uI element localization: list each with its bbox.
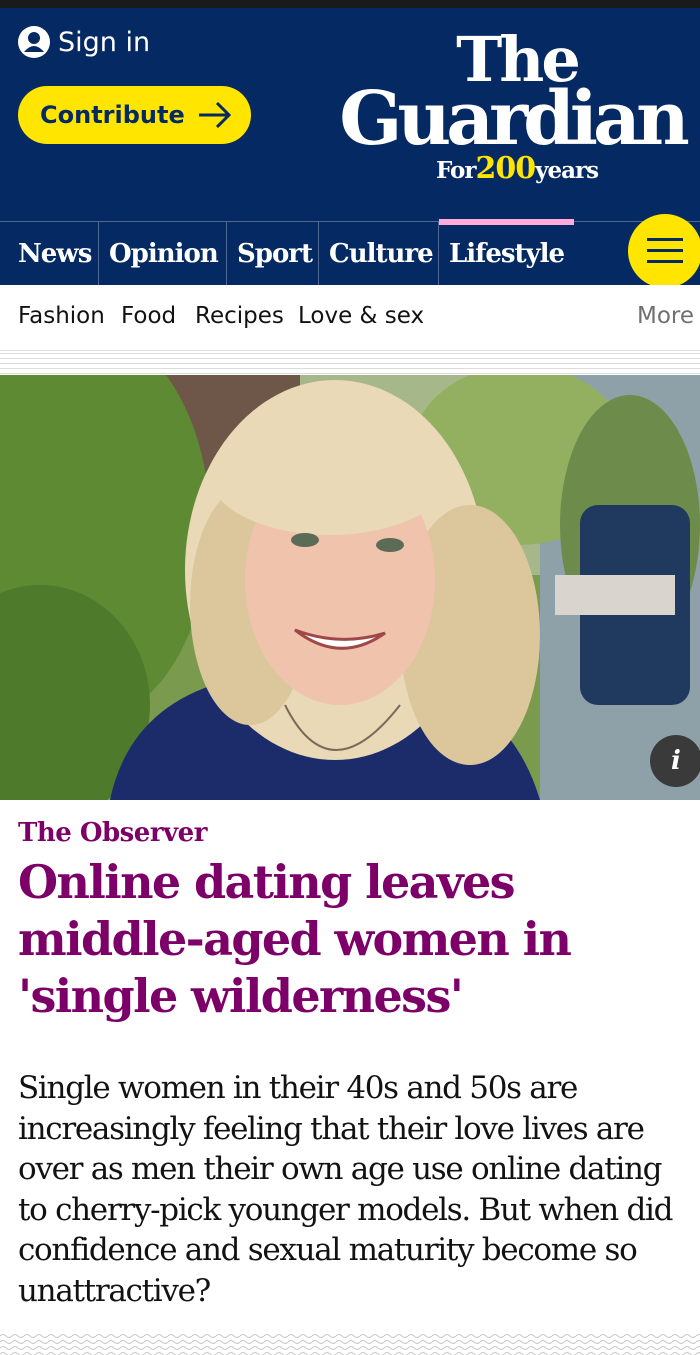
article-headline: Online dating leaves middle-aged women i… — [18, 855, 572, 1023]
sign-in-link[interactable]: Sign in — [18, 26, 150, 58]
secondary-nav: Fashion Food Recipes Love & sex More — [0, 285, 700, 351]
subnav-item-love-sex[interactable]: Love & sex — [298, 303, 424, 329]
sign-in-label: Sign in — [58, 26, 151, 58]
guardian-logo[interactable]: The Guardian For200years — [339, 29, 692, 186]
tagline-number: 200 — [475, 151, 536, 186]
subnav-more-link[interactable]: More — [637, 303, 694, 329]
contribute-label: Contribute — [40, 101, 185, 129]
arrow-right-icon — [199, 101, 232, 129]
menu-button[interactable] — [628, 214, 700, 288]
hamburger-icon — [647, 238, 683, 263]
contribute-button[interactable]: Contribute — [18, 86, 251, 144]
tagline-prefix: For — [435, 157, 477, 184]
nav-item-news[interactable]: News — [0, 222, 98, 285]
tagline-suffix: years — [535, 157, 599, 184]
wavy-divider — [0, 1333, 700, 1355]
primary-nav: News Opinion Sport Culture Lifestyle — [0, 219, 700, 285]
divider-lines — [0, 353, 700, 375]
nav-item-lifestyle[interactable]: Lifestyle — [438, 219, 574, 285]
article-standfirst: Single women in their 40s and 50s are in… — [18, 1070, 674, 1309]
image-info-button[interactable]: i — [650, 735, 700, 787]
subnav-item-fashion[interactable]: Fashion — [18, 303, 105, 329]
subnav-item-recipes[interactable]: Recipes — [195, 303, 284, 329]
nav-item-sport[interactable]: Sport — [226, 222, 318, 285]
nav-item-opinion[interactable]: Opinion — [98, 222, 226, 285]
hero-photo — [0, 375, 700, 800]
hero-image — [0, 375, 700, 800]
nav-item-culture[interactable]: Culture — [318, 222, 438, 285]
status-bar — [0, 0, 700, 8]
logo-line-guardian: Guardian — [339, 76, 690, 162]
series-kicker[interactable]: The Observer — [18, 818, 207, 848]
subnav-item-food[interactable]: Food — [121, 303, 176, 329]
masthead: Sign in Contribute The Guardian For200ye… — [0, 8, 700, 221]
user-icon — [18, 26, 50, 58]
